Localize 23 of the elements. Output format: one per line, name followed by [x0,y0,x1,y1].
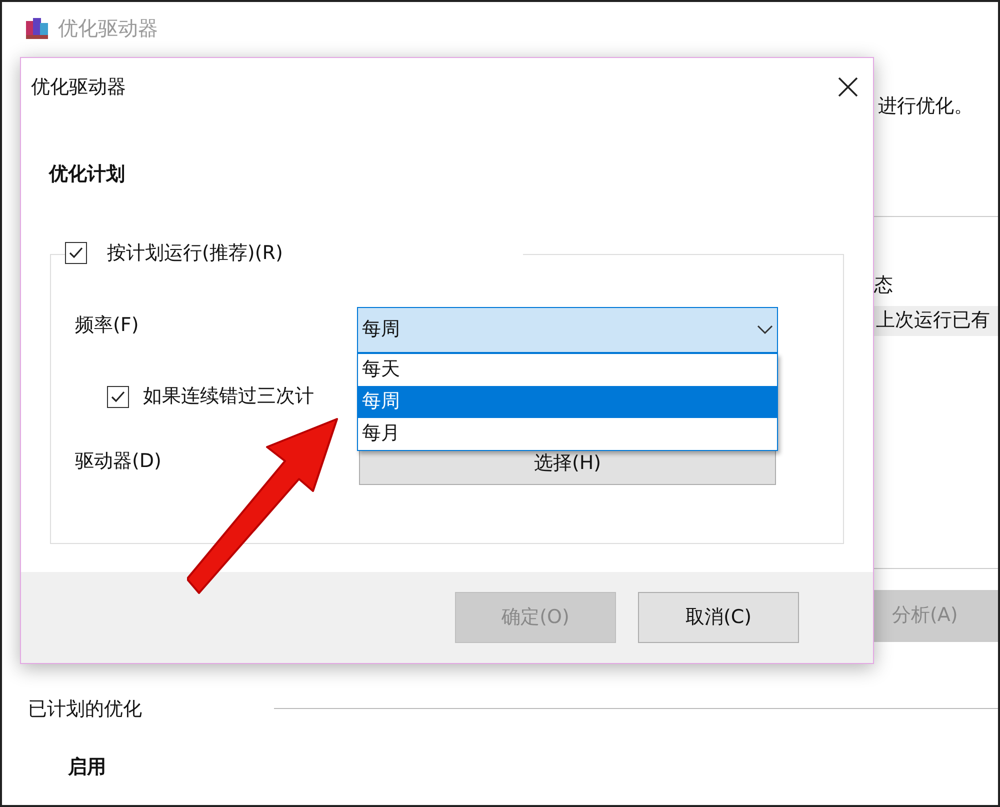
checkbox-label: 按计划运行(推荐)(R) [107,240,283,266]
checkbox[interactable] [107,386,129,408]
dropdown-option[interactable]: 每周 [358,386,777,418]
dialog-title: 优化驱动器 [31,74,126,100]
section-heading: 优化计划 [49,163,125,185]
column-header: 态 [874,274,893,296]
checkmark-icon [110,390,126,404]
chevron-down-icon [757,324,773,334]
app-icon [24,15,50,41]
checkbox[interactable] [65,242,87,264]
enabled-label: 启用 [68,756,106,778]
dropdown-option[interactable]: 每月 [358,418,777,450]
dialog-button[interactable]: 取消(C) [638,592,799,643]
frequency-label: 频率(F) [75,312,140,338]
checkbox-label: 如果连续错过三次计 [143,384,314,410]
close-icon[interactable] [837,76,859,98]
drive-label: 驱动器(D) [75,448,162,474]
section-heading: 已计划的优化 [28,696,142,722]
dropdown-option[interactable]: 每天 [358,354,777,386]
window-title: 优化驱动器 [58,15,158,42]
description-text: 进行优化。 [878,95,973,117]
frequency-dropdown[interactable]: 每周 [357,306,778,352]
checkmark-icon [68,246,84,260]
